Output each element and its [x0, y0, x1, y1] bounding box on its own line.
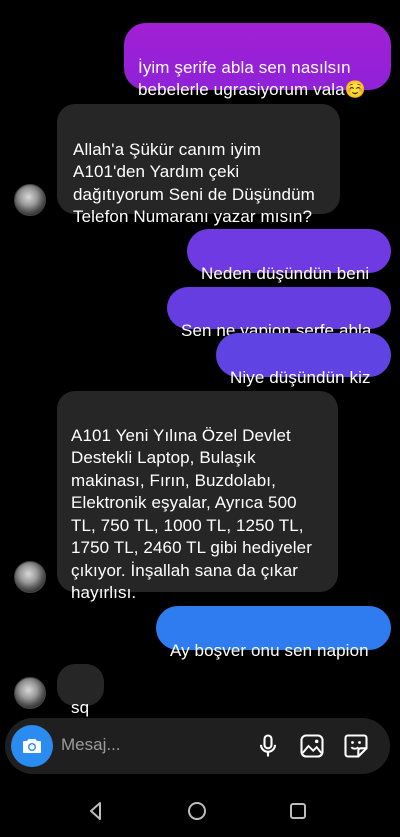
contact-avatar[interactable] — [14, 677, 46, 709]
message-text: Niye düşündün kiz — [230, 367, 371, 387]
microphone-button[interactable] — [254, 732, 282, 760]
message-input[interactable]: Mesaj... — [61, 735, 121, 755]
recents-icon[interactable] — [287, 800, 309, 822]
message-incoming[interactable]: Allah'a Şükür canım iyim A101'den Yardım… — [57, 104, 340, 226]
message-outgoing[interactable]: Niye düşündün kiz — [216, 333, 391, 387]
contact-avatar[interactable] — [14, 561, 46, 593]
message-text: Neden düşündün beni — [201, 263, 370, 283]
sticker-button[interactable] — [342, 732, 370, 760]
message-incoming[interactable]: sq — [57, 664, 104, 717]
home-icon[interactable] — [186, 800, 208, 822]
message-text: A101 Yeni Yılına Özel Devlet Destekli La… — [71, 425, 312, 603]
message-text: İyim şerife abla sen nasılsın bebelerle … — [138, 57, 366, 100]
gallery-icon — [300, 734, 324, 758]
camera-icon — [23, 739, 41, 753]
microphone-icon — [259, 734, 277, 757]
message-text: Allah'a Şükür canım iyim A101'den Yardım… — [73, 139, 315, 227]
message-text: sq — [71, 697, 90, 717]
contact-avatar[interactable] — [14, 184, 46, 216]
system-navigation-bar — [0, 784, 400, 837]
camera-button[interactable] — [11, 725, 53, 767]
message-outgoing[interactable]: Sen ne yapion serfe abla — [167, 287, 391, 340]
gallery-button[interactable] — [298, 732, 326, 760]
back-icon[interactable] — [85, 800, 107, 822]
message-text: Ay boşver onu sen napion — [170, 640, 369, 660]
message-incoming[interactable]: A101 Yeni Yılına Özel Devlet Destekli La… — [57, 391, 338, 602]
sticker-icon — [344, 734, 368, 758]
message-composer: Mesaj... — [5, 718, 390, 774]
message-outgoing[interactable]: Neden düşündün beni — [187, 229, 391, 283]
message-outgoing[interactable]: İyim şerife abla sen nasılsın bebelerle … — [124, 23, 391, 99]
message-outgoing[interactable]: Ay boşver onu sen napion — [156, 606, 391, 660]
